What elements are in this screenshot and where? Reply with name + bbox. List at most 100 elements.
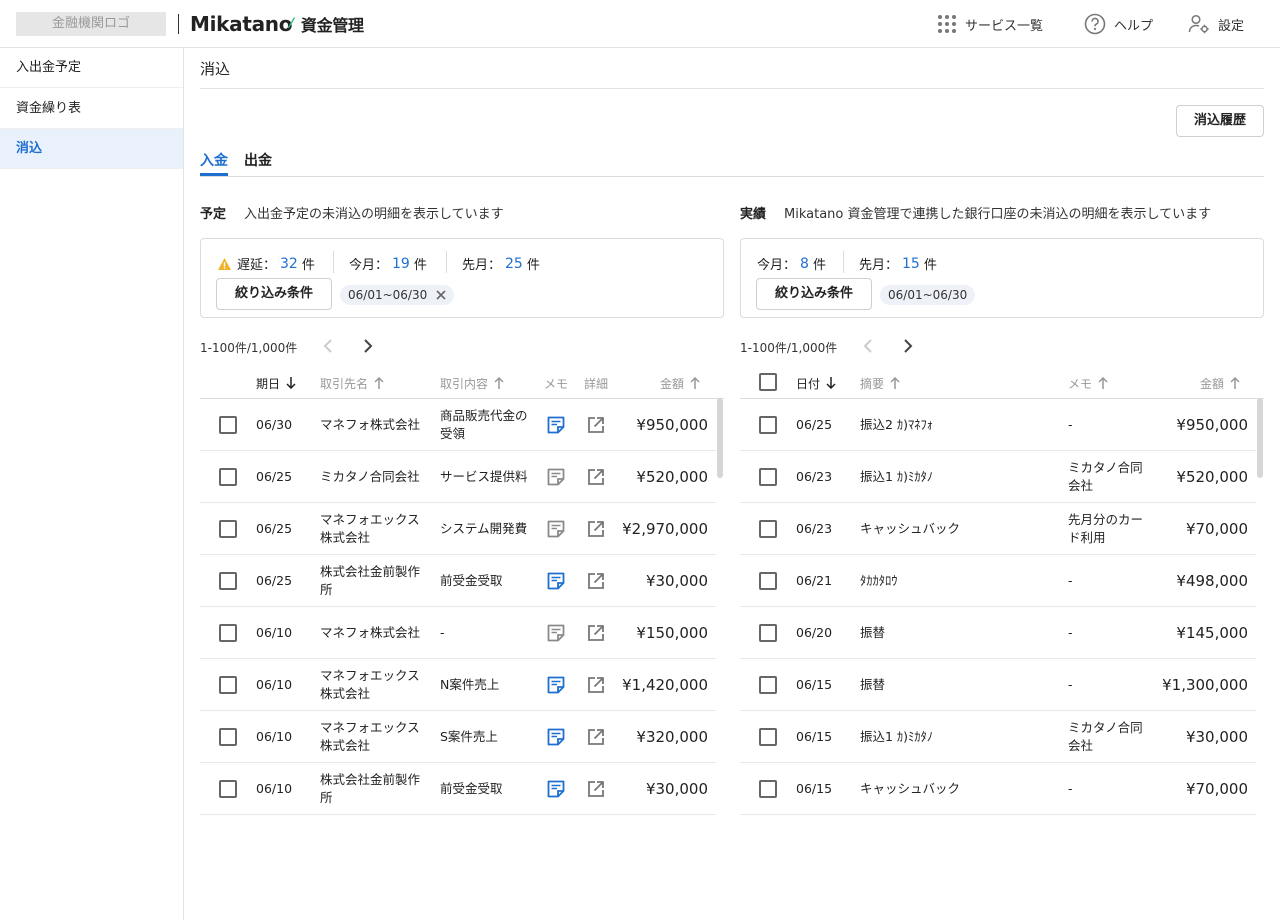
external-link-icon[interactable] — [586, 415, 606, 435]
last-month-label: 先月： — [462, 258, 502, 273]
arrow-up-icon — [890, 377, 900, 389]
next-page-button[interactable] — [358, 336, 378, 356]
external-link-icon[interactable] — [586, 467, 606, 487]
table-row[interactable]: 06/20 振替 - ¥145,000 — [740, 607, 1256, 659]
external-link-icon[interactable] — [586, 623, 606, 643]
row-memo: - — [1068, 677, 1073, 692]
table-row[interactable]: 06/10 マネフォ株式会社 - ¥150,000 — [200, 607, 716, 659]
tabs-divider — [200, 176, 1264, 177]
tab-deposit[interactable]: 入金 — [200, 150, 228, 176]
memo-filled-icon[interactable] — [546, 727, 566, 747]
external-link-icon[interactable] — [586, 571, 606, 591]
sort-summary-header[interactable]: 摘要 — [860, 374, 900, 392]
table-row[interactable]: 06/10 マネフォエックス株式会社 S案件売上 ¥320,000 — [200, 711, 716, 763]
sort-partner-header[interactable]: 取引先名 — [320, 374, 384, 392]
this-month-stat[interactable]: 今月： 8 件 — [757, 254, 826, 274]
filter-chip-label: 06/01~06/30 — [888, 288, 968, 302]
overdue-stat[interactable]: 遅延： 32 件 — [217, 254, 315, 273]
row-checkbox[interactable] — [219, 780, 237, 798]
row-checkbox[interactable] — [219, 728, 237, 746]
row-checkbox[interactable] — [759, 572, 777, 590]
table-row[interactable]: 06/25 株式会社金前製作所 前受金受取 ¥30,000 — [200, 555, 716, 607]
table-row[interactable]: 06/25 マネフォエックス株式会社 システム開発費 ¥2,970,000 — [200, 503, 716, 555]
page-title: 消込 — [200, 60, 231, 78]
brand-logo[interactable]: Mikatano⁄ 資金管理 — [190, 10, 364, 38]
table-row[interactable]: 06/10 マネフォエックス株式会社 N案件売上 ¥1,420,000 — [200, 659, 716, 711]
row-checkbox[interactable] — [219, 520, 237, 538]
last-month-stat[interactable]: 先月： 15 件 — [859, 254, 937, 274]
row-checkbox[interactable] — [759, 780, 777, 798]
help-menu[interactable]: ヘルプ — [1084, 12, 1153, 36]
memo-filled-icon[interactable] — [546, 571, 566, 591]
row-checkbox[interactable] — [759, 624, 777, 642]
sort-date-header[interactable]: 期日 — [256, 374, 296, 392]
services-menu[interactable]: サービス一覧 — [937, 12, 1043, 36]
sort-amount-header[interactable]: 金額 — [1200, 374, 1240, 392]
memo-filled-icon[interactable] — [546, 779, 566, 799]
row-content: 前受金受取 — [440, 573, 503, 588]
prev-page-button[interactable] — [318, 336, 338, 356]
external-link-icon[interactable] — [586, 727, 606, 747]
row-checkbox[interactable] — [759, 728, 777, 746]
actual-section-description: Mikatano 資金管理で連携した銀行口座の未消込の明細を表示しています — [784, 207, 1212, 222]
memo-filled-icon[interactable] — [546, 415, 566, 435]
sort-memo-header[interactable]: メモ — [1068, 374, 1108, 392]
row-checkbox[interactable] — [759, 468, 777, 486]
stat-divider — [446, 251, 447, 273]
row-checkbox[interactable] — [219, 624, 237, 642]
external-link-icon[interactable] — [586, 675, 606, 695]
settings-menu[interactable]: 設定 — [1188, 12, 1244, 36]
filter-chip: 06/01~06/30 — [340, 285, 455, 305]
close-icon[interactable] — [436, 290, 446, 300]
table-row[interactable]: 06/25 振込2 ｶ)ﾏﾈﾌｫ - ¥950,000 — [740, 399, 1256, 451]
chevron-right-icon — [904, 339, 913, 353]
table-row[interactable]: 06/21 ﾀｶｶﾀﾛｳ - ¥498,000 — [740, 555, 1256, 607]
row-checkbox[interactable] — [219, 416, 237, 434]
table-row[interactable]: 06/15 キャッシュバック - ¥70,000 — [740, 763, 1256, 815]
table-row[interactable]: 06/23 振込1 ｶ)ﾐｶﾀﾉ ミカタノ合同会社 ¥520,000 — [740, 451, 1256, 503]
sort-content-header[interactable]: 取引内容 — [440, 374, 504, 392]
table-row[interactable]: 06/30 マネフォ株式会社 商品販売代金の受領 ¥950,000 — [200, 399, 716, 451]
row-checkbox[interactable] — [759, 676, 777, 694]
memo-filled-icon[interactable] — [546, 675, 566, 695]
table-row[interactable]: 06/23 キャッシュバック 先月分のカード利用 ¥70,000 — [740, 503, 1256, 555]
filter-button[interactable]: 絞り込み条件 — [756, 278, 872, 310]
prev-page-button[interactable] — [858, 336, 878, 356]
tab-withdrawal[interactable]: 出金 — [244, 150, 272, 176]
table-row[interactable]: 06/15 振替 - ¥1,300,000 — [740, 659, 1256, 711]
select-all-checkbox[interactable] — [759, 373, 777, 391]
row-checkbox[interactable] — [759, 520, 777, 538]
row-date: 06/20 — [796, 625, 833, 640]
row-checkbox[interactable] — [759, 416, 777, 434]
sort-amount-header[interactable]: 金額 — [660, 374, 700, 392]
row-checkbox[interactable] — [219, 468, 237, 486]
row-amount: ¥70,000 — [1185, 780, 1248, 798]
row-date: 06/10 — [256, 677, 293, 692]
sidebar-item-cashflow[interactable]: 資金繰り表 — [0, 89, 183, 129]
next-page-button[interactable] — [898, 336, 918, 356]
history-button[interactable]: 消込履歴 — [1176, 105, 1264, 137]
external-link-icon[interactable] — [586, 779, 606, 799]
table-row[interactable]: 06/10 株式会社金前製作所 前受金受取 ¥30,000 — [200, 763, 716, 815]
table-row[interactable]: 06/25 ミカタノ合同会社 サービス提供料 ¥520,000 — [200, 451, 716, 503]
memo-icon[interactable] — [546, 467, 566, 487]
row-checkbox[interactable] — [219, 572, 237, 590]
row-content: 前受金受取 — [440, 781, 503, 796]
row-checkbox[interactable] — [219, 676, 237, 694]
scrollbar[interactable] — [717, 398, 723, 478]
sidebar-item-reconcile[interactable]: 消込 — [0, 129, 183, 169]
filter-button[interactable]: 絞り込み条件 — [216, 278, 332, 310]
pager-count: 1-100件/1,000件 — [200, 341, 298, 355]
sidebar-item-schedule[interactable]: 入出金予定 — [0, 48, 183, 88]
external-link-icon[interactable] — [586, 519, 606, 539]
scrollbar[interactable] — [1257, 398, 1263, 478]
table-row[interactable]: 06/15 振込1 ｶ)ﾐｶﾀﾉ ミカタノ合同会社 ¥30,000 — [740, 711, 1256, 763]
sort-date-header[interactable]: 日付 — [796, 374, 836, 392]
chevron-right-icon — [364, 339, 373, 353]
memo-icon[interactable] — [546, 519, 566, 539]
brand-name: Mikatano — [190, 12, 293, 36]
this-month-stat[interactable]: 今月： 19 件 — [349, 254, 427, 274]
last-month-stat[interactable]: 先月： 25 件 — [462, 254, 540, 274]
memo-icon[interactable] — [546, 623, 566, 643]
sidebar: 入出金予定 資金繰り表 消込 — [0, 48, 184, 920]
